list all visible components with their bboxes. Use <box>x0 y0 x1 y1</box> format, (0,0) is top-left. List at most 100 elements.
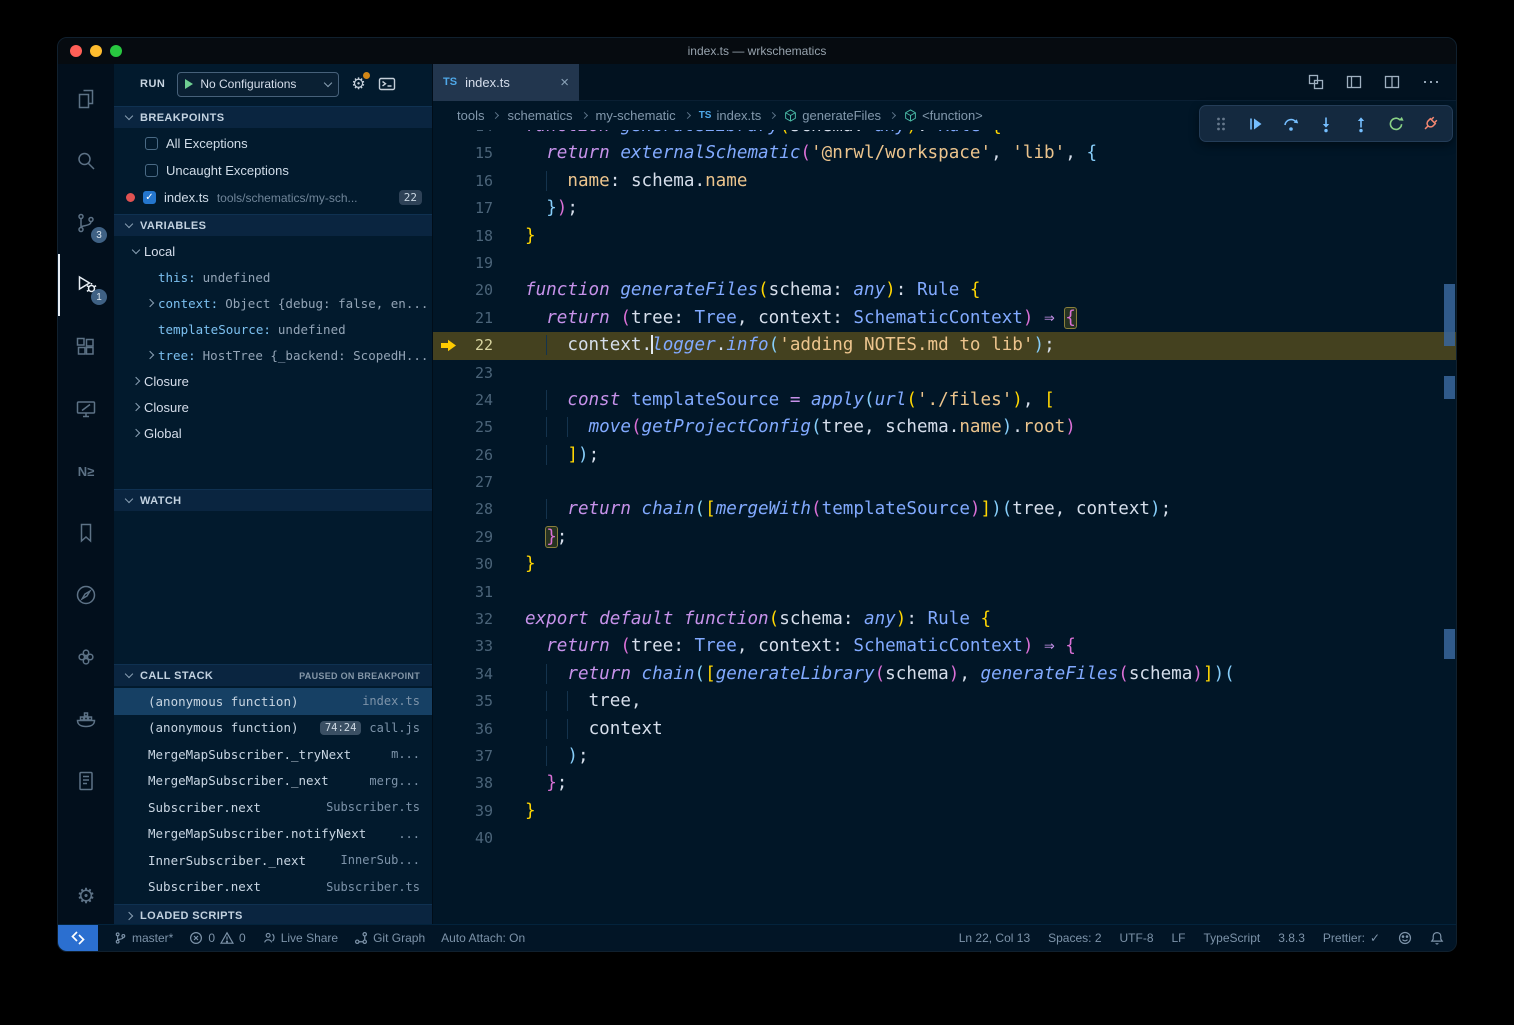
code-line-30[interactable]: 30} <box>433 551 1456 578</box>
breadcrumb-item[interactable]: TSindex.ts <box>699 108 762 123</box>
variable-row[interactable]: Local <box>114 238 432 264</box>
variable-row[interactable]: Global <box>114 420 432 446</box>
code-line-32[interactable]: 32export default function(schema: any): … <box>433 606 1456 633</box>
start-debug-icon[interactable] <box>185 79 193 89</box>
breakpoints-section-header[interactable]: BREAKPOINTS <box>114 106 432 128</box>
language-mode-item[interactable]: TypeScript <box>1204 931 1261 945</box>
variable-row[interactable]: Closure <box>114 394 432 420</box>
breadcrumb-item[interactable]: generateFiles <box>784 108 881 123</box>
sidebar-item-source-control[interactable]: 3 <box>58 192 114 254</box>
code-line-33[interactable]: 33 return (tree: Tree, context: Schemati… <box>433 633 1456 660</box>
breakpoint-uncaught-exceptions[interactable]: Uncaught Exceptions <box>114 157 432 184</box>
code-line-25[interactable]: 25 move(getProjectConfig(tree, schema.na… <box>433 414 1456 441</box>
debug-console-button[interactable] <box>378 75 396 93</box>
callstack-frame-0[interactable]: (anonymous function)index.ts <box>114 688 432 715</box>
code-line-17[interactable]: 17 }); <box>433 195 1456 222</box>
close-tab-icon[interactable]: × <box>560 74 569 91</box>
code-viewport[interactable]: 14function generateLibrary(schema: any):… <box>433 130 1456 924</box>
code-line-37[interactable]: 37 ); <box>433 743 1456 770</box>
toggle-layout-button[interactable] <box>1346 74 1362 90</box>
sidebar-item-search[interactable] <box>58 130 114 192</box>
code-line-23[interactable]: 23 <box>433 360 1456 387</box>
code-line-39[interactable]: 39} <box>433 798 1456 825</box>
more-actions-button[interactable]: ⋯ <box>1422 73 1440 91</box>
callstack-frame-5[interactable]: MergeMapSubscriber.notifyNext... <box>114 821 432 848</box>
auto-attach-item[interactable]: Auto Attach: On <box>441 931 525 945</box>
code-line-22[interactable]: 22 context.logger.info('adding NOTES.md … <box>433 332 1456 359</box>
code-line-29[interactable]: 29 }; <box>433 524 1456 551</box>
code-line-26[interactable]: 26 ]); <box>433 442 1456 469</box>
variables-section-header[interactable]: VARIABLES <box>114 214 432 236</box>
restart-button[interactable] <box>1382 110 1410 138</box>
sidebar-item-docker[interactable] <box>58 688 114 750</box>
loaded-scripts-section-header[interactable]: LOADED SCRIPTS <box>114 904 432 924</box>
step-out-button[interactable] <box>1347 110 1375 138</box>
tab-index-ts[interactable]: TS index.ts × <box>433 64 579 101</box>
call-stack-section-header[interactable]: CALL STACK PAUSED ON BREAKPOINT <box>114 664 432 686</box>
zoom-window-button[interactable] <box>110 45 122 57</box>
configure-launch-button[interactable]: ⚙ <box>351 74 365 94</box>
sidebar-item-bookmarks[interactable] <box>58 502 114 564</box>
sidebar-item-flower-extension[interactable] <box>58 626 114 688</box>
callstack-frame-7[interactable]: Subscriber.nextSubscriber.ts <box>114 874 432 901</box>
breakpoint-all-exceptions[interactable]: All Exceptions <box>114 130 432 157</box>
sidebar-item-notebook[interactable] <box>58 750 114 812</box>
code-line-18[interactable]: 18} <box>433 223 1456 250</box>
sidebar-item-nx-console[interactable]: N≥ <box>58 440 114 502</box>
callstack-frame-4[interactable]: Subscriber.nextSubscriber.ts <box>114 794 432 821</box>
code-line-19[interactable]: 19 <box>433 250 1456 277</box>
variable-row[interactable]: Closure <box>114 368 432 394</box>
variable-row[interactable]: this:undefined <box>114 264 432 290</box>
sidebar-item-remote-explorer[interactable] <box>58 378 114 440</box>
code-line-21[interactable]: 21 return (tree: Tree, context: Schemati… <box>433 305 1456 332</box>
code-line-15[interactable]: 15 return externalSchematic('@nrwl/works… <box>433 140 1456 167</box>
live-share-item[interactable]: Live Share <box>262 931 338 945</box>
breakpoint-index-ts[interactable]: ✓ index.ts tools/schematics/my-sch... 22 <box>114 184 432 211</box>
code-line-28[interactable]: 28 return chain([mergeWith(templateSourc… <box>433 496 1456 523</box>
callstack-frame-6[interactable]: InnerSubscriber._nextInnerSub... <box>114 847 432 874</box>
checkbox-unchecked[interactable] <box>145 137 158 150</box>
code-line-36[interactable]: 36 context <box>433 716 1456 743</box>
checkbox-unchecked[interactable] <box>145 164 158 177</box>
variable-row[interactable]: tree:HostTree {_backend: ScopedH... <box>114 342 432 368</box>
prettier-item[interactable]: Prettier: ✓ <box>1323 931 1380 945</box>
problems-item[interactable]: 0 0 <box>189 931 245 945</box>
encoding-item[interactable]: UTF-8 <box>1120 931 1154 945</box>
git-graph-item[interactable]: Git Graph <box>354 931 425 945</box>
breadcrumb-item[interactable]: schematics <box>507 108 572 123</box>
code-line-40[interactable]: 40 <box>433 825 1456 852</box>
breadcrumb-item[interactable]: my-schematic <box>596 108 676 123</box>
step-into-button[interactable] <box>1312 110 1340 138</box>
breadcrumb-item[interactable]: tools <box>457 108 484 123</box>
typescript-version-item[interactable]: 3.8.3 <box>1278 931 1305 945</box>
code-line-31[interactable]: 31 <box>433 579 1456 606</box>
checkbox-checked[interactable]: ✓ <box>143 191 156 204</box>
close-window-button[interactable] <box>70 45 82 57</box>
sidebar-item-settings[interactable]: ⚙ <box>58 868 114 924</box>
callstack-frame-2[interactable]: MergeMapSubscriber._tryNextm... <box>114 741 432 768</box>
indentation-item[interactable]: Spaces: 2 <box>1048 931 1101 945</box>
cursor-position[interactable]: Ln 22, Col 13 <box>959 931 1030 945</box>
code-line-27[interactable]: 27 <box>433 469 1456 496</box>
launch-config-dropdown[interactable]: No Configurations <box>177 72 339 97</box>
git-branch-item[interactable]: master* <box>114 931 173 945</box>
callstack-frame-1[interactable]: (anonymous function)74:24call.js <box>114 715 432 742</box>
callstack-frame-3[interactable]: MergeMapSubscriber._nextmerg... <box>114 768 432 795</box>
continue-button[interactable] <box>1242 110 1270 138</box>
code-line-35[interactable]: 35 tree, <box>433 688 1456 715</box>
sidebar-item-explorer[interactable] <box>58 68 114 130</box>
disconnect-button[interactable] <box>1416 110 1444 138</box>
sidebar-item-extensions[interactable] <box>58 316 114 378</box>
breadcrumb-item[interactable]: <function> <box>904 108 983 123</box>
variable-row[interactable]: templateSource:undefined <box>114 316 432 342</box>
eol-item[interactable]: LF <box>1172 931 1186 945</box>
sidebar-item-run-and-debug[interactable]: 1 <box>58 254 114 316</box>
debug-toolbar-drag-handle[interactable] <box>1207 110 1235 138</box>
watch-section-header[interactable]: WATCH <box>114 489 432 511</box>
sidebar-item-browser-preview[interactable] <box>58 564 114 626</box>
code-line-24[interactable]: 24 const templateSource = apply(url('./f… <box>433 387 1456 414</box>
code-line-38[interactable]: 38 }; <box>433 770 1456 797</box>
open-changes-button[interactable] <box>1308 74 1324 90</box>
step-over-button[interactable] <box>1277 110 1305 138</box>
notifications-item[interactable] <box>1430 931 1444 945</box>
